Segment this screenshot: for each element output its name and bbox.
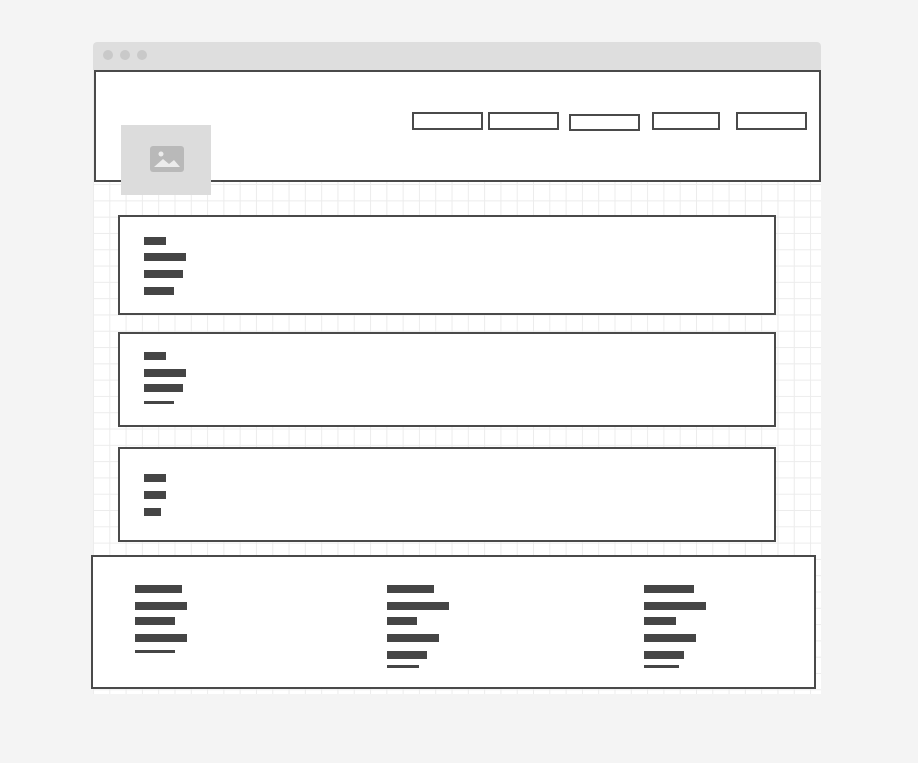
nav-button-3[interactable] (569, 114, 640, 131)
text-line (144, 384, 183, 392)
text-line (144, 369, 186, 377)
maximize-dot-icon[interactable] (137, 50, 147, 60)
text-line (144, 474, 166, 482)
text-line (144, 508, 161, 516)
footer-link[interactable] (644, 617, 676, 625)
footer-link[interactable] (135, 602, 187, 610)
close-dot-icon[interactable] (103, 50, 113, 60)
content-card-2 (118, 332, 776, 427)
text-line (144, 491, 166, 499)
footer-link[interactable] (387, 651, 427, 659)
footer-link[interactable] (644, 602, 706, 610)
footer-link[interactable] (644, 665, 679, 668)
nav-button-1[interactable] (412, 112, 483, 130)
logo-image-placeholder[interactable] (121, 125, 211, 195)
nav-button-5[interactable] (736, 112, 807, 130)
footer-link[interactable] (135, 650, 175, 653)
footer-link[interactable] (644, 585, 694, 593)
text-line (144, 253, 186, 261)
nav-button-2[interactable] (488, 112, 559, 130)
footer-link[interactable] (135, 617, 175, 625)
text-line (144, 401, 174, 404)
nav-button-4[interactable] (652, 112, 720, 130)
footer (91, 555, 816, 689)
footer-link[interactable] (644, 651, 684, 659)
text-line (144, 352, 166, 360)
header (94, 70, 821, 195)
footer-link[interactable] (387, 665, 419, 668)
minimize-dot-icon[interactable] (120, 50, 130, 60)
footer-link[interactable] (644, 634, 696, 642)
footer-link[interactable] (387, 634, 439, 642)
text-line (144, 287, 174, 295)
window-titlebar (93, 42, 821, 70)
footer-link[interactable] (135, 585, 182, 593)
image-placeholder-icon (150, 146, 184, 172)
content-card-3 (118, 447, 776, 542)
content-card-1 (118, 215, 776, 315)
footer-link[interactable] (387, 585, 434, 593)
text-line (144, 237, 166, 245)
footer-link[interactable] (387, 602, 449, 610)
footer-link[interactable] (387, 617, 417, 625)
text-line (144, 270, 183, 278)
footer-link[interactable] (135, 634, 187, 642)
